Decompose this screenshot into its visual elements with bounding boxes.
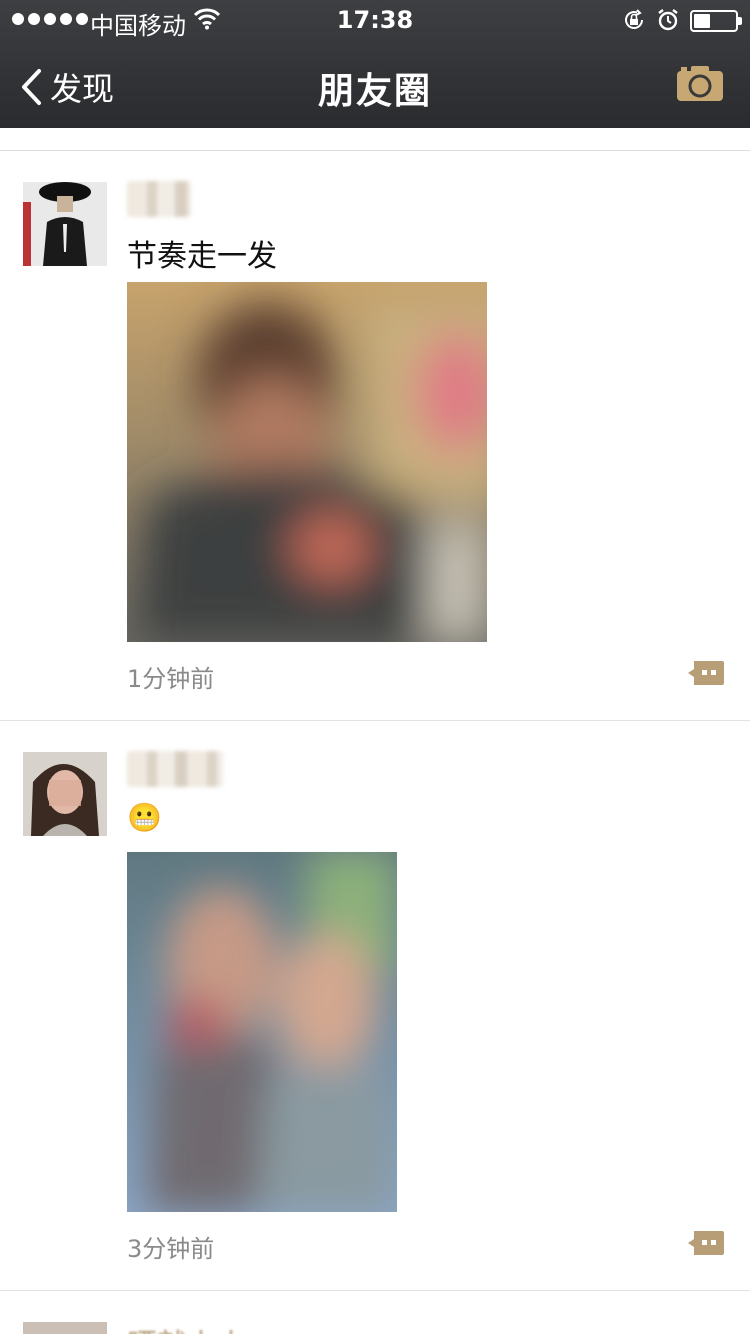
moment-post: 节奏走一发 1分钟前 [0, 151, 750, 721]
page-title: 朋友圈 [317, 71, 432, 112]
post-photo[interactable] [127, 282, 487, 642]
top-bar: 中国移动 17:38 发现 朋友圈 [0, 0, 750, 128]
photo-image [127, 852, 397, 1212]
comment-more-icon[interactable] [686, 659, 726, 687]
post-timestamp: 1分钟前 [127, 665, 215, 693]
user-name-pixelated[interactable] [127, 181, 191, 217]
post-text: 节奏走一发 [127, 239, 277, 274]
rotation-lock-icon [625, 9, 643, 29]
status-bar: 中国移动 17:38 [0, 0, 750, 40]
photo-image [127, 282, 487, 642]
post-timestamp: 3分钟前 [127, 1235, 215, 1263]
moment-post: 😬 3分钟前 [0, 721, 750, 1291]
avatar[interactable] [23, 1322, 107, 1334]
moments-feed: 节奏走一发 1分钟前 😬 3分钟前 [0, 150, 750, 1291]
navigation-bar: 发现 朋友圈 [0, 40, 750, 128]
camera-icon[interactable] [676, 64, 724, 102]
moment-post-partial: 晒就上上 [0, 1290, 750, 1334]
user-name[interactable]: 晒就上上 [127, 1320, 247, 1334]
avatar[interactable] [23, 752, 107, 836]
comment-more-icon[interactable] [686, 1229, 726, 1257]
user-name-pixelated[interactable] [127, 751, 223, 787]
alarm-icon [658, 9, 678, 31]
avatar[interactable] [23, 182, 107, 266]
post-emoji: 😬 [127, 801, 162, 834]
avatar-image [23, 752, 107, 836]
post-photo[interactable] [127, 852, 397, 1212]
battery-icon [690, 10, 742, 32]
avatar-image [23, 182, 107, 266]
